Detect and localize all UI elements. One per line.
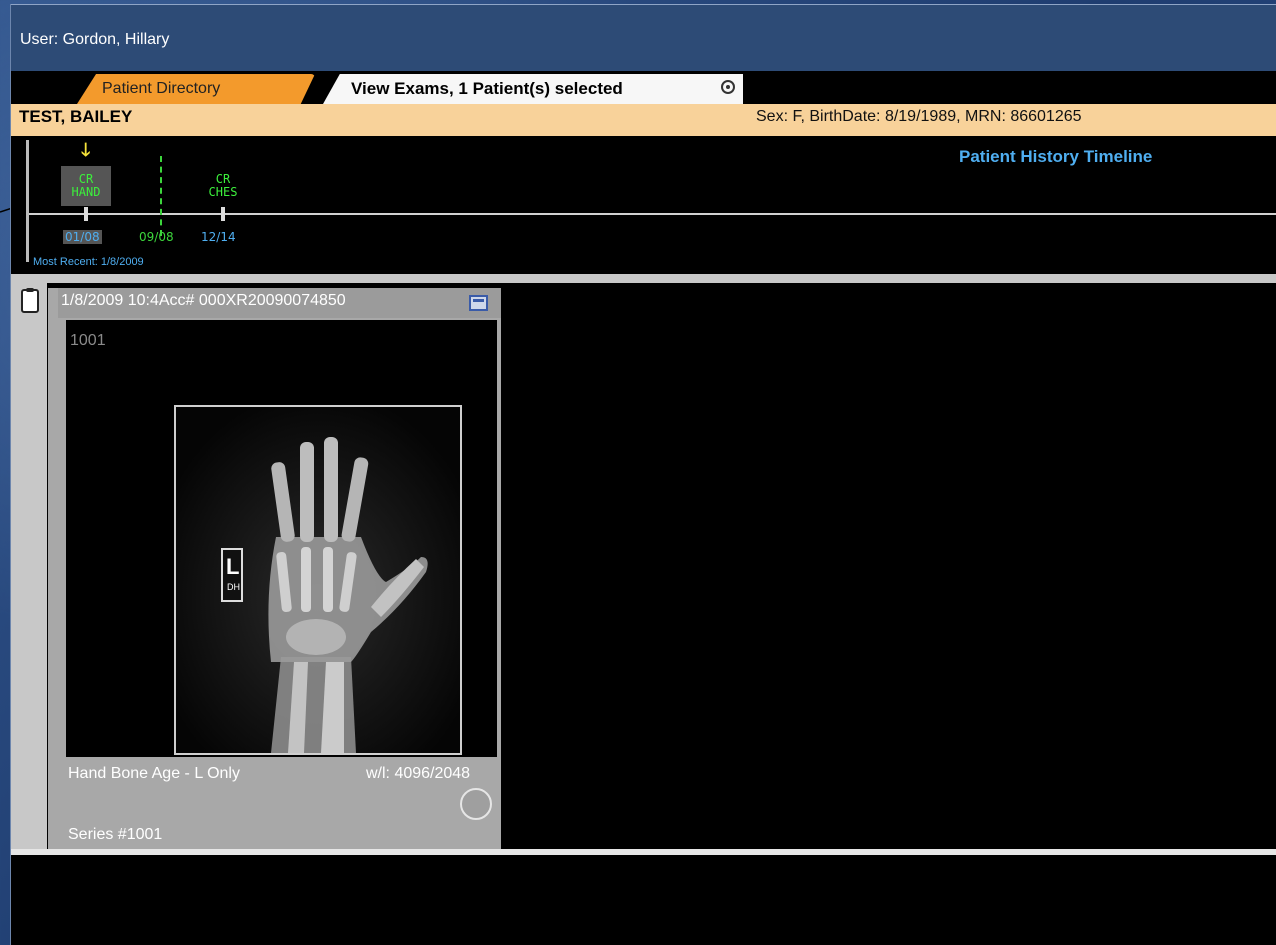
patient-name: TEST, BAILEY <box>19 107 133 126</box>
window-level: w/l: 4096/2048 <box>366 765 471 782</box>
exam-body-part: HAND <box>71 185 101 199</box>
timeline-exam-hand[interactable]: CR HAND <box>64 173 108 199</box>
exam-date[interactable]: 01/08 <box>63 230 102 244</box>
series-image-viewport[interactable]: 1001 L DH <box>66 320 497 757</box>
timeline-exam-chest[interactable]: CR CHES <box>201 173 245 199</box>
clipboard-icon[interactable] <box>21 288 39 313</box>
timeline-axis <box>29 213 1276 215</box>
user-label: User: Gordon, Hillary <box>20 31 170 48</box>
viewer-side-strip <box>11 283 47 849</box>
timeline-start-bar <box>26 140 29 262</box>
series-description: Hand Bone Age - L Only <box>68 765 240 782</box>
maximize-icon[interactable] <box>469 295 488 311</box>
patient-history-timeline: Patient History Timeline 🡓 CR HAND 01/08… <box>11 136 1276 274</box>
timeline-title: Patient History Timeline <box>959 147 1153 166</box>
exam-body-part: CHES <box>208 185 238 199</box>
xray-image: L DH <box>174 405 462 755</box>
series-card-title: 1/8/2009 10:4Acc# 000XR20090074850 <box>61 292 346 309</box>
series-card-header: 1/8/2009 10:4Acc# 000XR20090074850 <box>58 288 501 318</box>
tab-label: Patient Directory <box>102 80 221 97</box>
user-bar: User: Gordon, Hillary <box>11 4 1276 71</box>
timeline-marker-line <box>160 156 162 236</box>
viewer-top-border <box>11 274 1276 283</box>
image-number: 1001 <box>70 332 106 349</box>
exam-date[interactable]: 12/14 <box>201 230 236 244</box>
viewer-bottom-separator <box>11 849 1276 855</box>
series-thumbnail-card[interactable]: 1/8/2009 10:4Acc# 000XR20090074850 1001 <box>48 288 501 850</box>
patient-banner: TEST, BAILEY Sex: F, BirthDate: 8/19/198… <box>11 104 1276 136</box>
laterality-marker: L <box>226 554 240 579</box>
timeline-tick <box>221 207 225 221</box>
most-recent-label: Most Recent: 1/8/2009 <box>33 256 144 268</box>
tab-label: View Exams, 1 Patient(s) selected <box>351 79 623 98</box>
hand-xray-drawing <box>176 407 460 753</box>
tab-options-icon[interactable] <box>721 80 735 94</box>
timeline-tick <box>84 207 88 221</box>
tab-view-exams[interactable]: View Exams, 1 Patient(s) selected <box>323 74 743 104</box>
tab-patient-directory[interactable]: Patient Directory <box>77 74 315 104</box>
laterality-marker-sub: DH <box>227 582 240 592</box>
marker-date: 09/08 <box>139 230 174 244</box>
series-number: Series #1001 <box>68 826 163 843</box>
patient-info: Sex: F, BirthDate: 8/19/1989, MRN: 86601… <box>756 108 1082 125</box>
series-status-circle-icon[interactable] <box>460 788 492 820</box>
selected-exam-arrow-icon: 🡓 <box>81 140 91 160</box>
application-window: User: Gordon, Hillary Patient Directory … <box>10 4 1276 945</box>
